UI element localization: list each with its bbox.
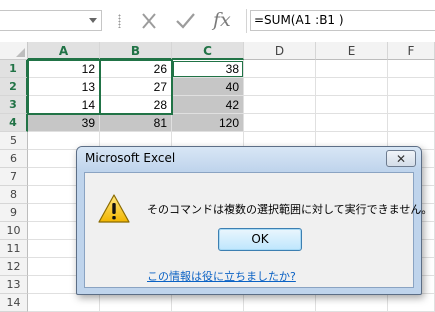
cell-c1[interactable]: 38 xyxy=(172,60,244,78)
empty-cell[interactable] xyxy=(316,96,388,114)
name-box[interactable] xyxy=(0,10,102,31)
close-icon: ✕ xyxy=(396,152,407,166)
empty-cell[interactable] xyxy=(172,294,244,312)
empty-cell[interactable] xyxy=(244,114,316,132)
cell-b2[interactable]: 27 xyxy=(100,78,172,96)
cell-a3[interactable]: 14 xyxy=(28,96,100,114)
empty-cell[interactable] xyxy=(244,294,316,312)
empty-cell[interactable] xyxy=(316,114,388,132)
cell-a1[interactable]: 12 xyxy=(28,60,100,78)
column-header-c[interactable]: C xyxy=(172,42,244,60)
empty-cell[interactable] xyxy=(100,294,172,312)
cell-c4[interactable]: 120 xyxy=(172,114,244,132)
column-header-a[interactable]: A xyxy=(28,42,100,60)
empty-cell[interactable] xyxy=(388,114,435,132)
row-header-13[interactable]: 13 xyxy=(0,276,28,294)
empty-cell[interactable] xyxy=(388,60,435,78)
row-header-3[interactable]: 3 xyxy=(0,96,28,114)
column-header-d[interactable]: D xyxy=(244,42,316,60)
row-header-8[interactable]: 8 xyxy=(0,186,28,204)
dialog-body: そのコマンドは複数の選択範囲に対して実行できません。 OK この情報は役に立ちま… xyxy=(84,172,432,288)
row-header-12[interactable]: 12 xyxy=(0,258,28,276)
empty-cell[interactable] xyxy=(388,96,435,114)
grip-icon[interactable] xyxy=(118,14,121,28)
column-header-e[interactable]: E xyxy=(316,42,388,60)
empty-cell[interactable] xyxy=(316,60,388,78)
row-header-4[interactable]: 4 xyxy=(0,114,28,132)
empty-cell[interactable] xyxy=(244,78,316,96)
function-icon[interactable]: fx xyxy=(210,9,234,33)
close-button[interactable]: ✕ xyxy=(386,150,416,167)
cell-c2[interactable]: 40 xyxy=(172,78,244,96)
error-dialog: Microsoft Excel ✕ そのコマンドは複数の選択範囲に対して実行でき… xyxy=(76,146,432,295)
row-header-11[interactable]: 11 xyxy=(0,240,28,258)
formula-input[interactable]: =SUM(A1 :B1 ) xyxy=(250,10,435,31)
cell-a4[interactable]: 39 xyxy=(28,114,100,132)
help-link[interactable]: この情報は役に立ちましたか? xyxy=(147,268,296,284)
select-all-button[interactable] xyxy=(0,42,28,60)
warning-icon xyxy=(98,194,130,223)
empty-cell[interactable] xyxy=(244,60,316,78)
x-icon[interactable] xyxy=(137,9,161,33)
cell-c3[interactable]: 42 xyxy=(172,96,244,114)
empty-cell[interactable] xyxy=(316,78,388,96)
row-header-14[interactable]: 14 xyxy=(0,294,28,312)
row-header-6[interactable]: 6 xyxy=(0,150,28,168)
empty-cell[interactable] xyxy=(316,294,388,312)
column-header-f[interactable]: F xyxy=(388,42,435,60)
row-header-1[interactable]: 1 xyxy=(0,60,28,78)
row-header-5[interactable]: 5 xyxy=(0,132,28,150)
empty-cell[interactable] xyxy=(28,294,100,312)
chevron-down-icon[interactable] xyxy=(89,18,97,23)
function-label: fx xyxy=(213,9,231,31)
dialog-titlebar[interactable]: Microsoft Excel ✕ xyxy=(77,147,421,171)
formula-divider xyxy=(246,9,247,33)
empty-cell[interactable] xyxy=(244,96,316,114)
empty-cell[interactable] xyxy=(388,294,435,312)
empty-cell[interactable] xyxy=(388,78,435,96)
cell-b1[interactable]: 26 xyxy=(100,60,172,78)
formula-bar: fx =SUM(A1 :B1 ) xyxy=(0,0,435,41)
select-all-icon xyxy=(16,48,25,57)
column-header-b[interactable]: B xyxy=(100,42,172,60)
row-header-7[interactable]: 7 xyxy=(0,168,28,186)
dialog-message: そのコマンドは複数の選択範囲に対して実行できません。 xyxy=(147,203,433,216)
cell-b4[interactable]: 81 xyxy=(100,114,172,132)
row-header-2[interactable]: 2 xyxy=(0,78,28,96)
cell-b3[interactable]: 28 xyxy=(100,96,172,114)
dialog-title: Microsoft Excel xyxy=(85,151,176,165)
row-header-10[interactable]: 10 xyxy=(0,222,28,240)
row-header-9[interactable]: 9 xyxy=(0,204,28,222)
ok-button[interactable]: OK xyxy=(218,228,302,251)
check-icon[interactable] xyxy=(173,9,197,33)
cell-a2[interactable]: 13 xyxy=(28,78,100,96)
